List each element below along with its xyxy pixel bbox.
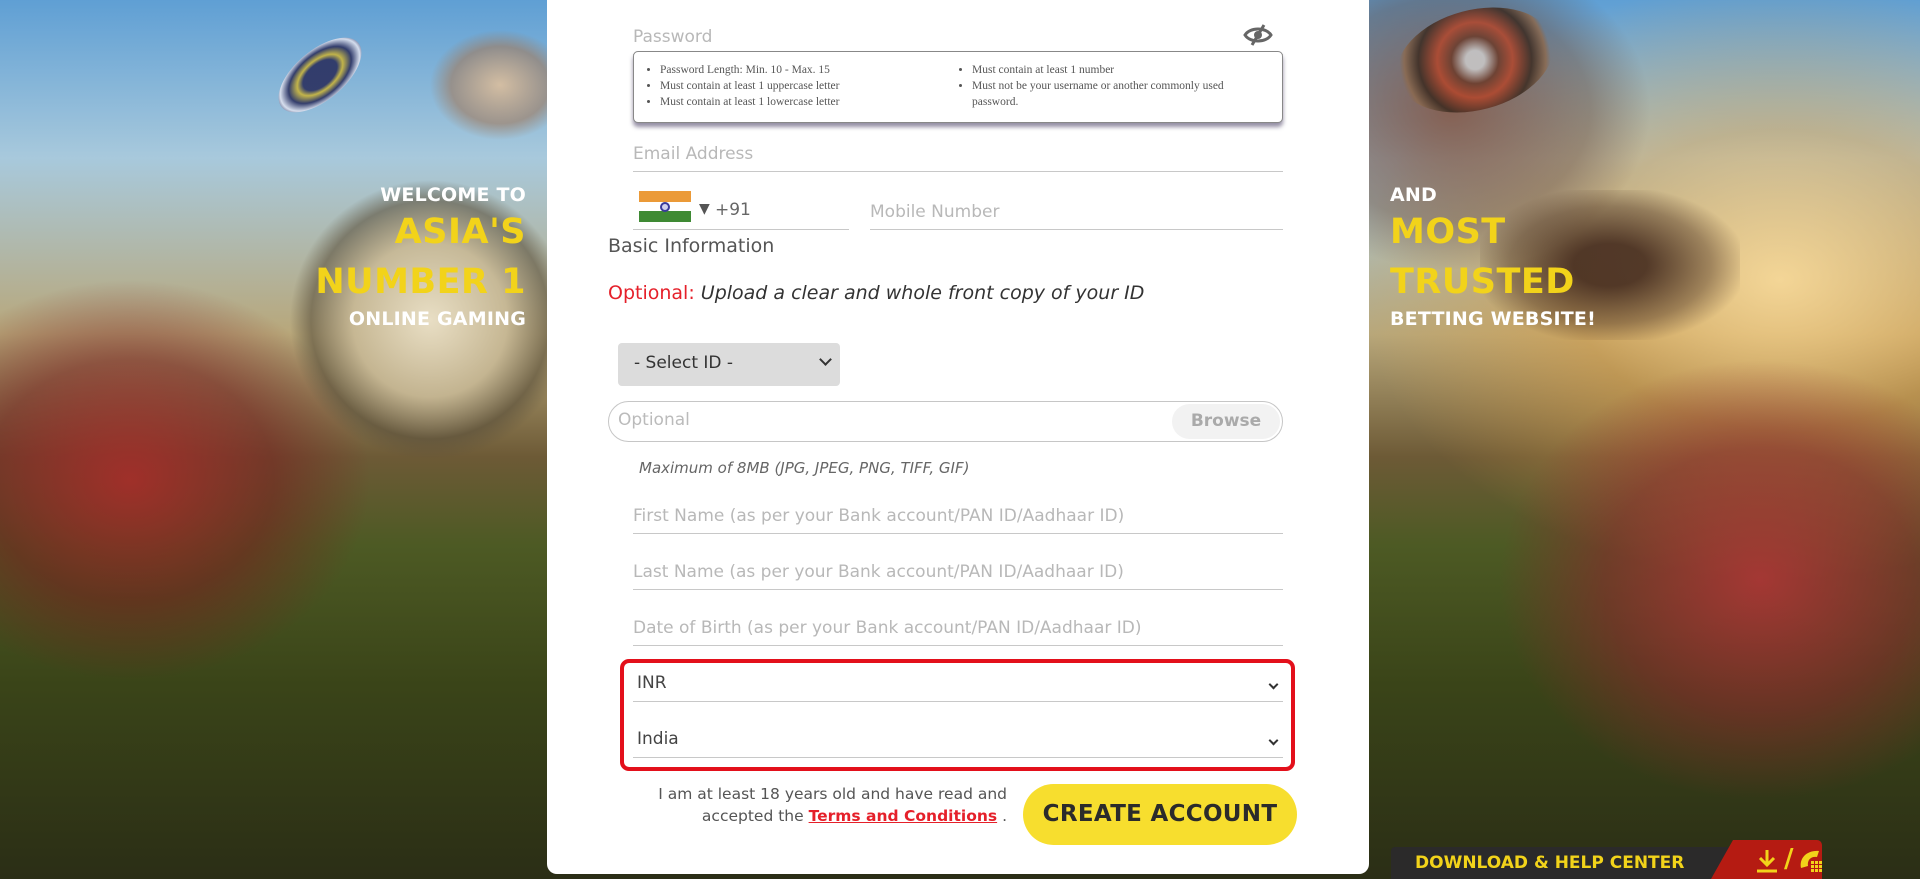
email-input[interactable]: Email Address: [633, 130, 1283, 172]
password-rules-column-2: Must contain at least 1 number Must not …: [972, 62, 1272, 110]
upload-message: Upload a clear and whole front copy of y…: [700, 282, 1145, 304]
password-rule: Password Length: Min. 10 - Max. 15: [660, 62, 950, 78]
country-code-value: +91: [715, 200, 751, 220]
hero-left-text: WELCOME TO ASIA'S NUMBER 1 ONLINE GAMING: [315, 183, 526, 331]
email-placeholder: Email Address: [633, 144, 754, 164]
terms-statement: I am at least 18 years old and have read…: [658, 783, 1007, 827]
eye-slash-icon[interactable]: [1243, 24, 1273, 46]
id-file-input[interactable]: Optional Browse: [608, 401, 1283, 442]
currency-select[interactable]: INR: [633, 662, 1283, 702]
file-placeholder: Optional: [618, 410, 690, 430]
terms-and-conditions-link[interactable]: Terms and Conditions: [809, 807, 998, 825]
last-name-input[interactable]: Last Name (as per your Bank account/PAN …: [633, 536, 1283, 590]
dob-placeholder: Date of Birth (as per your Bank account/…: [633, 618, 1142, 638]
hero-left-line3: NUMBER 1: [315, 262, 526, 302]
hero-left-line4: ONLINE GAMING: [348, 308, 526, 330]
icon-separator: /: [1784, 844, 1794, 874]
password-input[interactable]: Password: [633, 0, 1283, 55]
upload-id-note: Optional: Upload a clear and whole front…: [608, 282, 1144, 304]
password-requirements-box: Password Length: Min. 10 - Max. 15 Must …: [633, 51, 1283, 123]
first-name-placeholder: First Name (as per your Bank account/PAN…: [633, 506, 1125, 526]
india-flag-icon: [639, 191, 691, 222]
country-select[interactable]: India: [633, 718, 1283, 758]
hero-left-line1: WELCOME TO: [380, 184, 526, 206]
last-name-placeholder: Last Name (as per your Bank account/PAN …: [633, 562, 1124, 582]
hero-right-line3: TRUSTED: [1390, 262, 1575, 302]
background-roulette-wheel: [1384, 0, 1566, 130]
chevron-down-icon: [1268, 735, 1279, 746]
background-poker-chip: [265, 23, 375, 127]
create-account-button[interactable]: CREATE ACCOUNT: [1023, 784, 1297, 845]
mobile-placeholder: Mobile Number: [870, 202, 1000, 222]
download-icon[interactable]: [1755, 848, 1779, 874]
help-center-label[interactable]: DOWNLOAD & HELP CENTER: [1391, 847, 1731, 879]
hero-right-line2: MOST: [1390, 212, 1506, 252]
first-name-input[interactable]: First Name (as per your Bank account/PAN…: [633, 480, 1283, 534]
password-rule: Must contain at least 1 uppercase letter: [660, 78, 950, 94]
chevron-down-icon: [819, 353, 832, 366]
terms-line-1: I am at least 18 years old and have read…: [658, 785, 1007, 803]
chevron-down-icon: [1268, 679, 1279, 690]
caret-down-icon: ▼: [699, 201, 710, 217]
terms-prefix: accepted the: [701, 807, 804, 825]
country-code-select[interactable]: ▼ +91: [633, 185, 849, 230]
file-size-note: Maximum of 8MB (JPG, JPEG, PNG, TIFF, GI…: [639, 459, 970, 477]
password-placeholder: Password: [633, 27, 713, 47]
currency-value: INR: [637, 673, 667, 693]
hero-right-line4: BETTING WEBSITE!: [1390, 308, 1596, 330]
optional-label: Optional:: [608, 282, 695, 304]
password-rules-column-1: Password Length: Min. 10 - Max. 15 Must …: [660, 62, 950, 110]
browse-button[interactable]: Browse: [1172, 404, 1280, 439]
terms-line-2: accepted the Terms and Conditions .: [658, 805, 1007, 827]
id-type-select[interactable]: - Select ID -: [618, 343, 840, 386]
registration-form-card: Password Password Length: Min. 10 - Max.…: [547, 0, 1369, 874]
password-rule: Must contain at least 1 lowercase letter: [660, 94, 950, 110]
password-rule: Must not be your username or another com…: [972, 78, 1272, 110]
hero-left-line2: ASIA'S: [394, 212, 526, 252]
id-type-value: - Select ID -: [634, 353, 734, 373]
password-rule: Must contain at least 1 number: [972, 62, 1272, 78]
country-value: India: [637, 729, 679, 749]
mobile-number-input[interactable]: Mobile Number: [870, 185, 1283, 230]
terms-suffix: .: [1002, 807, 1007, 825]
hero-right-text: AND MOST TRUSTED BETTING WEBSITE!: [1390, 183, 1596, 331]
phone-keypad-icon[interactable]: [1797, 848, 1825, 874]
help-center-icons[interactable]: /: [1711, 840, 1822, 879]
basic-information-title: Basic Information: [608, 235, 775, 257]
hero-right-line1: AND: [1390, 184, 1437, 206]
date-of-birth-input[interactable]: Date of Birth (as per your Bank account/…: [633, 592, 1283, 646]
